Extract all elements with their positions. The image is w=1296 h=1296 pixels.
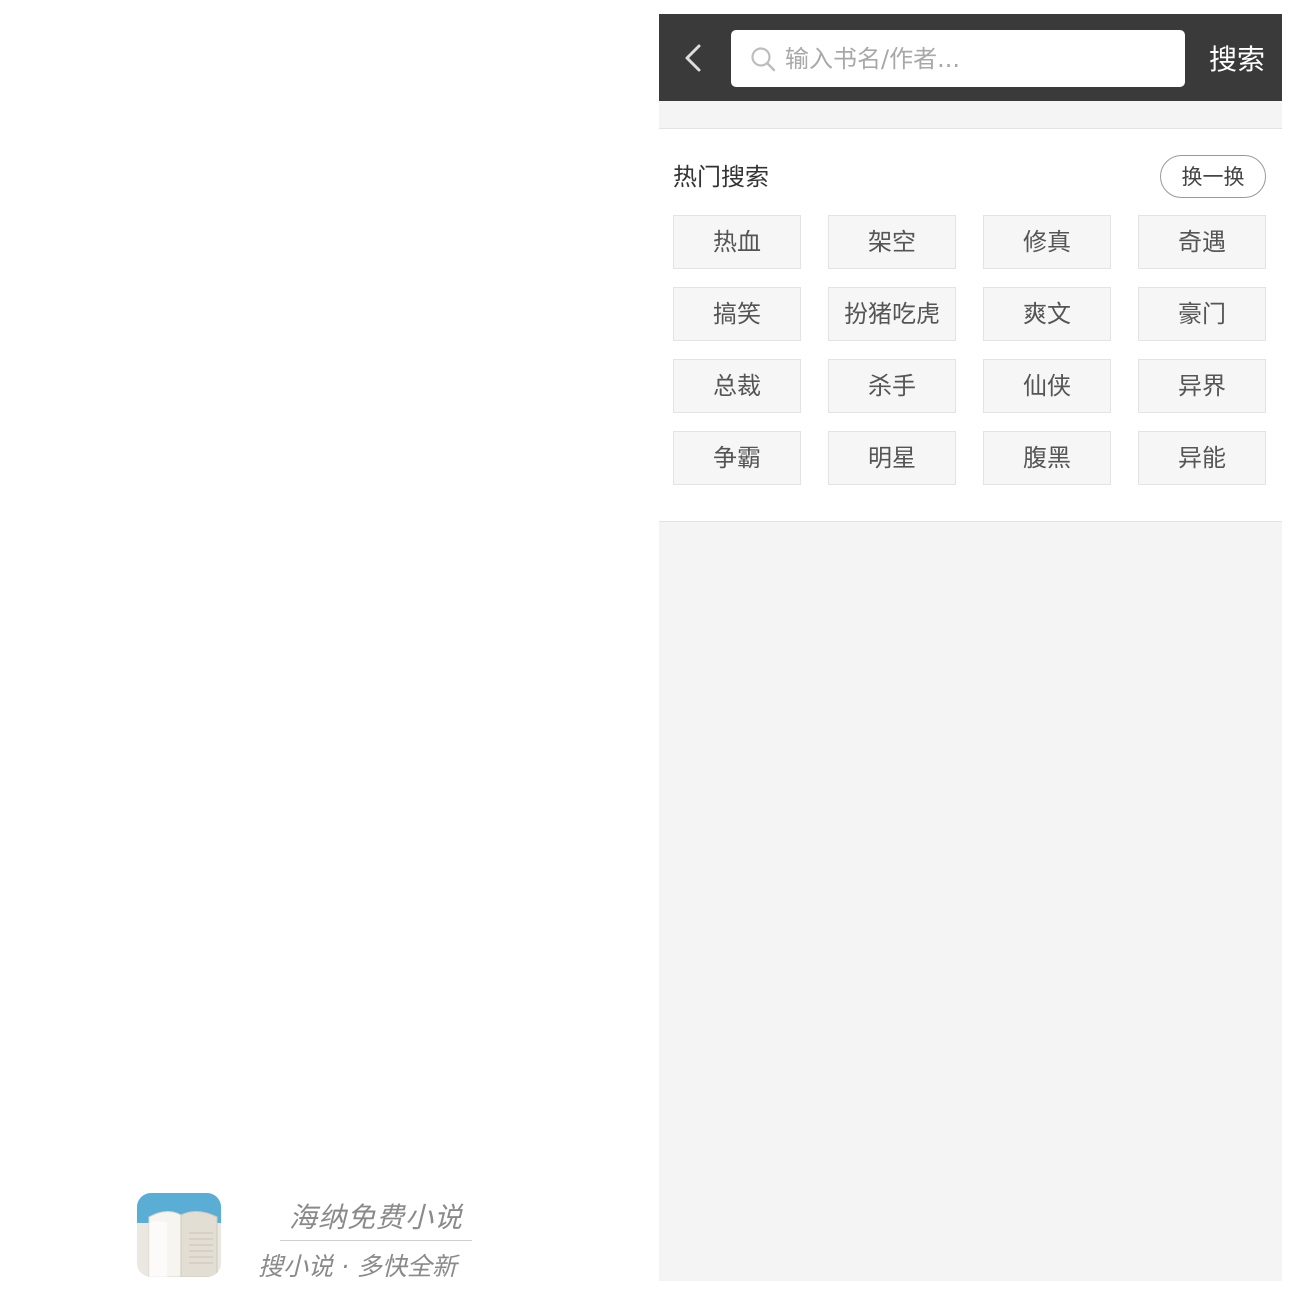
hot-search-title: 热门搜索	[673, 163, 769, 191]
splash-pane: 海纳免费小说 搜小说 · 多快全新	[0, 0, 659, 1296]
app-tagline: 海纳免费小说 搜小说 · 多快全新	[258, 1196, 488, 1283]
hot-tag[interactable]: 扮猪吃虎	[828, 287, 956, 341]
hot-tag[interactable]: 爽文	[983, 287, 1111, 341]
app-slogan: 搜小说 · 多快全新	[258, 1252, 457, 1281]
hot-tag[interactable]: 豪门	[1138, 287, 1266, 341]
hot-tag[interactable]: 奇遇	[1138, 215, 1266, 269]
search-box[interactable]	[731, 30, 1185, 87]
hot-tag[interactable]: 腹黑	[983, 431, 1111, 485]
search-button[interactable]: 搜索	[1209, 38, 1265, 78]
refresh-button[interactable]: 换一换	[1160, 155, 1266, 198]
search-input[interactable]	[785, 30, 1175, 87]
search-topbar: 搜索	[659, 14, 1282, 101]
back-button[interactable]	[675, 38, 715, 78]
hot-tag[interactable]: 总裁	[673, 359, 801, 413]
search-screen: 搜索 热门搜索 换一换 热血架空修真奇遇搞笑扮猪吃虎爽文豪门总裁杀手仙侠异界争霸…	[659, 14, 1282, 1281]
hot-tag[interactable]: 热血	[673, 215, 801, 269]
chevron-left-icon	[685, 44, 701, 72]
hot-tag[interactable]: 异界	[1138, 359, 1266, 413]
hot-tag[interactable]: 搞笑	[673, 287, 801, 341]
hot-tag[interactable]: 杀手	[828, 359, 956, 413]
hot-search-panel: 热门搜索 换一换 热血 架空 修真 奇遇搞笑 扮猪吃虎 爽文 豪门总裁 杀手 仙侠 异界争霸 明星腹…	[659, 128, 1282, 522]
hot-tag[interactable]: 仙侠	[983, 359, 1111, 413]
hot-tag[interactable]: 修真	[983, 215, 1111, 269]
hot-tag[interactable]: 明星	[828, 431, 956, 485]
hot-tag[interactable]: 异能	[1138, 431, 1266, 485]
hot-tag[interactable]: 架空	[828, 215, 956, 269]
hot-tag[interactable]: 争霸	[673, 431, 801, 485]
app-name: 海纳免费小说	[280, 1196, 472, 1241]
app-logo-icon	[137, 1193, 221, 1277]
search-icon	[751, 47, 776, 72]
